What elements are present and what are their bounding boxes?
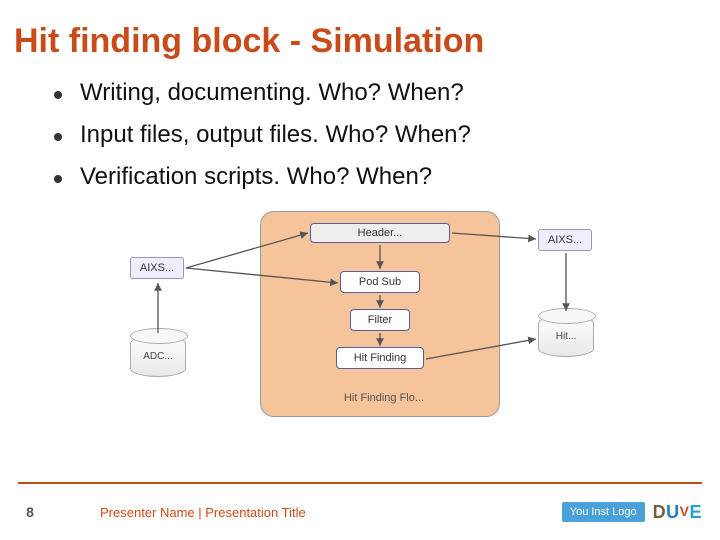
ext-node-right: AIXS... bbox=[538, 229, 592, 251]
list-item: Verification scripts. Who? When? bbox=[54, 163, 720, 191]
footer-text: Presenter Name | Presentation Title bbox=[60, 505, 562, 520]
brand-logo: D U V E bbox=[653, 502, 702, 523]
node-pod-sub: Pod Sub bbox=[340, 271, 420, 293]
ext-node-left: AIXS... bbox=[130, 257, 184, 279]
node-header: Header... bbox=[310, 223, 450, 243]
cyl-label: Hit... bbox=[556, 331, 577, 342]
page-number: 8 bbox=[0, 504, 60, 520]
list-item: Writing, documenting. Who? When? bbox=[54, 79, 720, 107]
brand-letter: D bbox=[653, 502, 667, 523]
bullet-text: Verification scripts. Who? When? bbox=[80, 163, 432, 191]
brand-letter: E bbox=[689, 502, 702, 523]
list-item: Input files, output files. Who? When? bbox=[54, 121, 720, 149]
brand-letter: V bbox=[680, 503, 690, 519]
diagram-caption: Hit Finding Flo... bbox=[328, 389, 440, 407]
bullet-text: Input files, output files. Who? When? bbox=[80, 121, 471, 149]
bullet-icon bbox=[54, 91, 62, 99]
flow-diagram: Header... Pod Sub Filter Hit Finding Hit… bbox=[90, 205, 630, 425]
cylinder-hit: Hit... bbox=[538, 315, 594, 357]
inst-logo-badge: You Inst Logo bbox=[562, 502, 645, 522]
cyl-label: ADC... bbox=[143, 351, 172, 362]
bullet-text: Writing, documenting. Who? When? bbox=[80, 79, 464, 107]
footer: 8 Presenter Name | Presentation Title Yo… bbox=[0, 484, 720, 540]
node-filter: Filter bbox=[350, 309, 410, 331]
slide-title: Hit finding block - Simulation bbox=[0, 0, 720, 75]
bullet-icon bbox=[54, 133, 62, 141]
brand-letter: U bbox=[666, 502, 680, 523]
bullet-icon bbox=[54, 175, 62, 183]
cylinder-adc: ADC... bbox=[130, 335, 186, 377]
bullet-list: Writing, documenting. Who? When? Input f… bbox=[0, 75, 720, 191]
node-hit-finding: Hit Finding bbox=[336, 347, 424, 369]
